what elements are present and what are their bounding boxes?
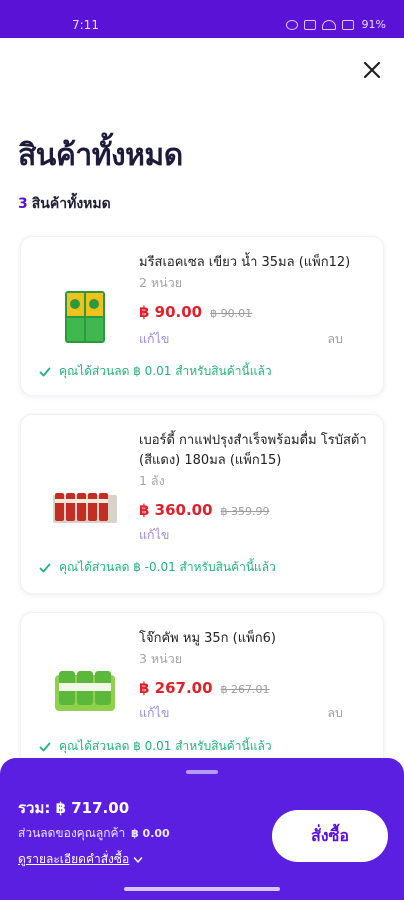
- product-name: มรีสเอคเซล เขียว น้ำ 35มล (แพ็ก12): [139, 255, 351, 270]
- edit-button[interactable]: แก้ไข: [139, 703, 169, 723]
- alarm-icon: [285, 19, 298, 30]
- discount-note: คุณได้ส่วนลด ฿ -0.01 สำหรับสินค้านี้แล้ว: [39, 558, 276, 577]
- check-icon: [39, 742, 51, 751]
- product-pack-icon: [53, 493, 117, 523]
- close-button[interactable]: [358, 56, 386, 84]
- order-summary-sheet: รวม: ฿ 717.00 ส่วนลดของคุณลูกค้า ฿ 0.00 …: [0, 758, 404, 900]
- customer-savings: ส่วนลดของคุณลูกค้า ฿ 0.00: [18, 824, 170, 843]
- discount-text: คุณได้ส่วนลด ฿ 0.01 สำหรับสินค้านี้แล้ว: [59, 364, 272, 378]
- price-row: ฿ 360.00 ฿ 359.99: [139, 501, 270, 519]
- product-unit: 1 ลัง: [139, 473, 165, 488]
- drag-handle[interactable]: [186, 770, 218, 774]
- close-icon: [363, 61, 381, 79]
- product-price: ฿ 360.00: [139, 501, 213, 519]
- order-details-link[interactable]: ดูรายละเอียดคำสั่งซื้อ: [18, 850, 143, 869]
- place-order-button[interactable]: สั่งซื้อ: [272, 810, 388, 862]
- product-image: [47, 479, 123, 535]
- price-row: ฿ 90.00 ฿ 90.01: [139, 303, 252, 321]
- order-total: รวม: ฿ 717.00: [18, 799, 130, 817]
- product-unit: 2 หน่วย: [139, 275, 183, 290]
- savings-label: ส่วนลดของคุณลูกค้า: [18, 826, 126, 840]
- product-old-price: ฿ 267.01: [220, 683, 270, 696]
- savings-value: ฿ 0.00: [131, 827, 170, 840]
- item-count-label: สินค้าทั้งหมด: [31, 196, 111, 212]
- product-price: ฿ 90.00: [139, 303, 203, 321]
- product-pack-icon: [55, 671, 115, 711]
- discount-text: คุณได้ส่วนลด ฿ 0.01 สำหรับสินค้านี้แล้ว: [59, 739, 272, 753]
- product-image: [47, 663, 123, 719]
- discount-text: คุณได้ส่วนลด ฿ -0.01 สำหรับสินค้านี้แล้ว: [59, 560, 276, 574]
- product-unit: 3 หน่วย: [139, 651, 183, 666]
- discount-note: คุณได้ส่วนลด ฿ 0.01 สำหรับสินค้านี้แล้ว: [39, 737, 272, 756]
- gallery-icon: [303, 19, 316, 30]
- product-old-price: ฿ 90.01: [210, 307, 253, 320]
- check-icon: [39, 563, 51, 572]
- cart-item: เบอร์ดี้ กาแฟปรุงสำเร็จพร้อมดื่ม โรบัสต้…: [20, 414, 384, 594]
- cart-item: โจ๊กคัพ หมู 35ก (แพ็ก6) 3 หน่วย ฿ 267.00…: [20, 612, 384, 772]
- product-old-price: ฿ 359.99: [220, 505, 270, 518]
- status-time: 7:11: [72, 18, 99, 32]
- remove-button[interactable]: ลบ: [327, 703, 343, 723]
- status-icons: 91%: [285, 18, 386, 31]
- wifi-icon: [321, 19, 336, 30]
- remove-button[interactable]: ลบ: [327, 329, 343, 349]
- order-details-label: ดูรายละเอียดคำสั่งซื้อ: [18, 852, 130, 866]
- signal-icon: [341, 19, 354, 30]
- edit-button[interactable]: แก้ไข: [139, 329, 169, 349]
- item-count: 3 สินค้าทั้งหมด: [18, 193, 111, 215]
- product-pack-icon: [65, 291, 105, 343]
- status-bar: 7:11 91%: [0, 0, 404, 38]
- chevron-down-icon: [134, 856, 143, 863]
- battery-level: 91%: [361, 18, 386, 31]
- product-image: [47, 289, 123, 345]
- product-name: โจ๊กคัพ หมู 35ก (แพ็ก6): [139, 631, 276, 646]
- edit-button[interactable]: แก้ไข: [139, 525, 169, 545]
- product-name: เบอร์ดี้ กาแฟปรุงสำเร็จพร้อมดื่ม โรบัสต้…: [139, 433, 367, 468]
- page-title: สินค้าทั้งหมด: [18, 138, 183, 173]
- product-price: ฿ 267.00: [139, 679, 213, 697]
- discount-note: คุณได้ส่วนลด ฿ 0.01 สำหรับสินค้านี้แล้ว: [39, 362, 272, 381]
- gesture-nav-bar[interactable]: [124, 887, 280, 891]
- item-count-number: 3: [18, 196, 28, 212]
- price-row: ฿ 267.00 ฿ 267.01: [139, 679, 270, 697]
- cart-item: มรีสเอคเซล เขียว น้ำ 35มล (แพ็ก12) 2 หน่…: [20, 236, 384, 396]
- check-icon: [39, 367, 51, 376]
